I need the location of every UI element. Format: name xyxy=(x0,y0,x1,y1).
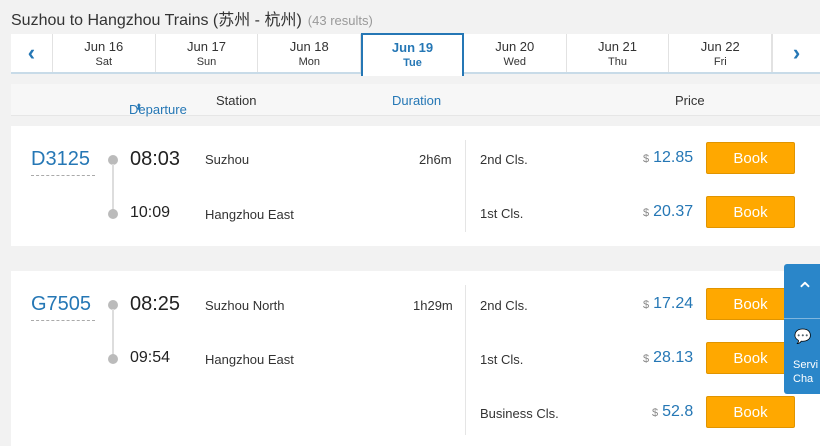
results-count: (43 results) xyxy=(307,13,373,28)
next-dates-button[interactable]: › xyxy=(772,34,820,72)
chevron-left-icon: ‹ xyxy=(27,40,36,65)
book-button[interactable]: Book xyxy=(706,142,795,174)
train-number-link[interactable]: D3125 xyxy=(31,148,95,176)
duration-sort-button[interactable]: Duration xyxy=(392,93,441,108)
seat-price: $12.85 xyxy=(643,149,694,166)
arrival-time: 09:54 xyxy=(130,349,171,366)
departure-time: 08:25 xyxy=(130,293,181,315)
date-tab-jun22[interactable]: Jun 22 Fri xyxy=(669,34,773,72)
seat-class: 1st Cls. xyxy=(480,352,524,367)
date-selector: ‹ Jun 16 Sat Jun 17 Sun Jun 18 Mon Jun 19 Tu… xyxy=(11,33,820,76)
arrival-station: Hangzhou East xyxy=(205,207,294,222)
date-tab-jun21[interactable]: Jun 21 Thu xyxy=(567,34,670,72)
departure-time: 08:03 xyxy=(130,148,181,170)
chevron-right-icon: › xyxy=(792,40,801,65)
date-tab-jun18[interactable]: Jun 18 Mon xyxy=(258,34,362,72)
route-line xyxy=(112,309,114,357)
seat-price: $20.37 xyxy=(643,203,694,220)
arrival-dot xyxy=(108,354,118,364)
back-to-top-icon[interactable]: ⌃ xyxy=(790,278,820,308)
seat-price: $17.24 xyxy=(643,295,694,312)
seat-class: 2nd Cls. xyxy=(480,152,528,167)
trip-duration: 2h6m xyxy=(419,152,452,167)
route-title: Suzhou to Hangzhou Trains (苏州 - 杭州) xyxy=(11,12,302,29)
book-button[interactable]: Book xyxy=(706,288,795,320)
departure-station: Suzhou xyxy=(205,152,250,167)
widget-divider xyxy=(784,318,820,319)
prev-dates-button[interactable]: ‹ xyxy=(11,34,53,72)
sort-icon: ⬍ xyxy=(135,102,143,112)
train-number-link[interactable]: G7505 xyxy=(31,293,95,321)
seat-class: 2nd Cls. xyxy=(480,298,528,313)
book-button[interactable]: Book xyxy=(706,396,795,428)
service-chat-label[interactable]: Servi Cha xyxy=(793,358,818,386)
arrival-dot xyxy=(108,209,118,219)
divider xyxy=(465,140,466,232)
date-tab-jun16[interactable]: Jun 16 Sat xyxy=(53,34,156,72)
column-header: Departure ⬍ Station Duration Price xyxy=(11,84,820,117)
divider xyxy=(465,285,466,435)
seat-class: Business Cls. xyxy=(480,406,559,421)
book-button[interactable]: Book xyxy=(706,342,795,374)
route-line xyxy=(112,164,114,212)
arrival-station: Hangzhou East xyxy=(205,352,294,367)
trip-duration: 1h29m xyxy=(413,298,453,313)
arrival-time: 10:09 xyxy=(130,204,171,221)
train-card: G7505 08:25 09:54 Suzhou North Hangzhou … xyxy=(11,271,820,446)
book-button[interactable]: Book xyxy=(706,196,795,228)
train-card: D3125 08:03 10:09 Suzhou Hangzhou East 2… xyxy=(11,126,820,246)
chat-icon[interactable]: 💬 xyxy=(794,328,811,345)
date-tab-jun19-selected[interactable]: Jun 19 Tue xyxy=(361,33,464,76)
date-tab-jun17[interactable]: Jun 17 Sun xyxy=(156,34,259,72)
departure-station: Suzhou North xyxy=(205,298,285,313)
page-title: Suzhou to Hangzhou Trains (苏州 - 杭州) (43 r… xyxy=(11,6,373,30)
station-column-label: Station xyxy=(216,93,257,108)
seat-class: 1st Cls. xyxy=(480,206,524,221)
price-column-label: Price xyxy=(675,93,705,108)
side-widget: ⌃ 💬 Servi Cha xyxy=(784,264,820,394)
seat-price: $52.8 xyxy=(652,403,694,420)
date-tab-jun20[interactable]: Jun 20 Wed xyxy=(464,34,567,72)
seat-price: $28.13 xyxy=(643,349,694,366)
